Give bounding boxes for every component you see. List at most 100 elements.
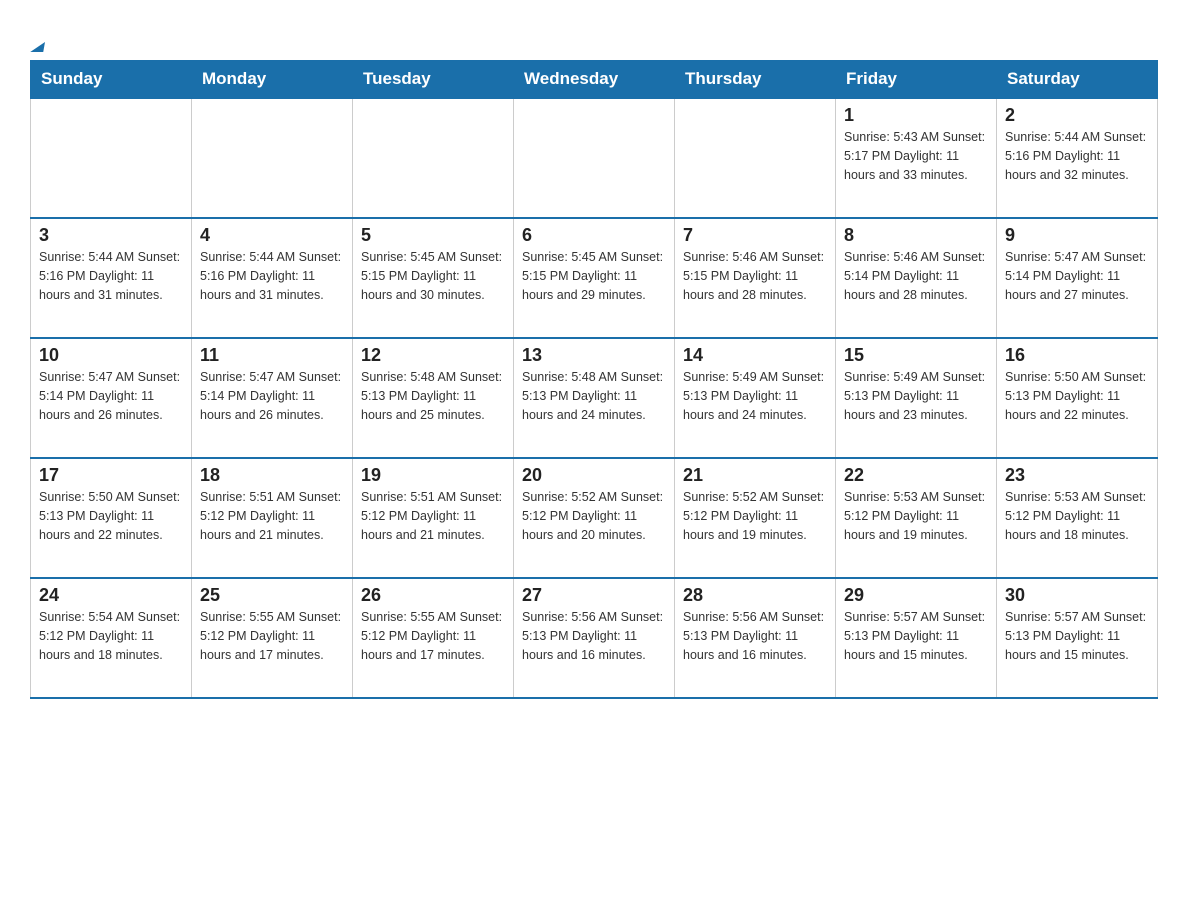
calendar-cell: 19Sunrise: 5:51 AM Sunset: 5:12 PM Dayli… bbox=[353, 458, 514, 578]
calendar-week-row: 24Sunrise: 5:54 AM Sunset: 5:12 PM Dayli… bbox=[31, 578, 1158, 698]
day-number: 18 bbox=[200, 465, 344, 486]
day-number: 29 bbox=[844, 585, 988, 606]
calendar-cell: 18Sunrise: 5:51 AM Sunset: 5:12 PM Dayli… bbox=[192, 458, 353, 578]
day-number: 30 bbox=[1005, 585, 1149, 606]
day-info: Sunrise: 5:56 AM Sunset: 5:13 PM Dayligh… bbox=[522, 608, 666, 664]
day-number: 3 bbox=[39, 225, 183, 246]
day-info: Sunrise: 5:50 AM Sunset: 5:13 PM Dayligh… bbox=[39, 488, 183, 544]
weekday-header-sunday: Sunday bbox=[31, 61, 192, 99]
calendar-cell: 9Sunrise: 5:47 AM Sunset: 5:14 PM Daylig… bbox=[997, 218, 1158, 338]
calendar-cell: 28Sunrise: 5:56 AM Sunset: 5:13 PM Dayli… bbox=[675, 578, 836, 698]
calendar-table: SundayMondayTuesdayWednesdayThursdayFrid… bbox=[30, 60, 1158, 699]
day-info: Sunrise: 5:53 AM Sunset: 5:12 PM Dayligh… bbox=[844, 488, 988, 544]
calendar-cell: 7Sunrise: 5:46 AM Sunset: 5:15 PM Daylig… bbox=[675, 218, 836, 338]
day-info: Sunrise: 5:44 AM Sunset: 5:16 PM Dayligh… bbox=[1005, 128, 1149, 184]
calendar-cell: 6Sunrise: 5:45 AM Sunset: 5:15 PM Daylig… bbox=[514, 218, 675, 338]
day-info: Sunrise: 5:49 AM Sunset: 5:13 PM Dayligh… bbox=[844, 368, 988, 424]
day-number: 11 bbox=[200, 345, 344, 366]
day-info: Sunrise: 5:53 AM Sunset: 5:12 PM Dayligh… bbox=[1005, 488, 1149, 544]
day-number: 27 bbox=[522, 585, 666, 606]
day-number: 15 bbox=[844, 345, 988, 366]
day-number: 10 bbox=[39, 345, 183, 366]
day-info: Sunrise: 5:45 AM Sunset: 5:15 PM Dayligh… bbox=[522, 248, 666, 304]
calendar-cell bbox=[514, 98, 675, 218]
day-number: 12 bbox=[361, 345, 505, 366]
day-number: 25 bbox=[200, 585, 344, 606]
day-number: 23 bbox=[1005, 465, 1149, 486]
calendar-cell: 30Sunrise: 5:57 AM Sunset: 5:13 PM Dayli… bbox=[997, 578, 1158, 698]
day-number: 16 bbox=[1005, 345, 1149, 366]
calendar-cell: 12Sunrise: 5:48 AM Sunset: 5:13 PM Dayli… bbox=[353, 338, 514, 458]
calendar-cell: 21Sunrise: 5:52 AM Sunset: 5:12 PM Dayli… bbox=[675, 458, 836, 578]
calendar-cell: 1Sunrise: 5:43 AM Sunset: 5:17 PM Daylig… bbox=[836, 98, 997, 218]
calendar-cell: 15Sunrise: 5:49 AM Sunset: 5:13 PM Dayli… bbox=[836, 338, 997, 458]
day-number: 26 bbox=[361, 585, 505, 606]
calendar-cell: 8Sunrise: 5:46 AM Sunset: 5:14 PM Daylig… bbox=[836, 218, 997, 338]
day-info: Sunrise: 5:55 AM Sunset: 5:12 PM Dayligh… bbox=[361, 608, 505, 664]
day-info: Sunrise: 5:50 AM Sunset: 5:13 PM Dayligh… bbox=[1005, 368, 1149, 424]
calendar-cell: 20Sunrise: 5:52 AM Sunset: 5:12 PM Dayli… bbox=[514, 458, 675, 578]
calendar-cell: 2Sunrise: 5:44 AM Sunset: 5:16 PM Daylig… bbox=[997, 98, 1158, 218]
calendar-cell bbox=[675, 98, 836, 218]
calendar-cell: 14Sunrise: 5:49 AM Sunset: 5:13 PM Dayli… bbox=[675, 338, 836, 458]
day-info: Sunrise: 5:54 AM Sunset: 5:12 PM Dayligh… bbox=[39, 608, 183, 664]
day-info: Sunrise: 5:52 AM Sunset: 5:12 PM Dayligh… bbox=[683, 488, 827, 544]
calendar-week-row: 17Sunrise: 5:50 AM Sunset: 5:13 PM Dayli… bbox=[31, 458, 1158, 578]
day-number: 13 bbox=[522, 345, 666, 366]
day-info: Sunrise: 5:57 AM Sunset: 5:13 PM Dayligh… bbox=[844, 608, 988, 664]
calendar-cell: 11Sunrise: 5:47 AM Sunset: 5:14 PM Dayli… bbox=[192, 338, 353, 458]
weekday-header-saturday: Saturday bbox=[997, 61, 1158, 99]
day-info: Sunrise: 5:56 AM Sunset: 5:13 PM Dayligh… bbox=[683, 608, 827, 664]
day-number: 19 bbox=[361, 465, 505, 486]
day-number: 22 bbox=[844, 465, 988, 486]
day-info: Sunrise: 5:51 AM Sunset: 5:12 PM Dayligh… bbox=[361, 488, 505, 544]
weekday-header-wednesday: Wednesday bbox=[514, 61, 675, 99]
calendar-cell: 13Sunrise: 5:48 AM Sunset: 5:13 PM Dayli… bbox=[514, 338, 675, 458]
day-info: Sunrise: 5:46 AM Sunset: 5:14 PM Dayligh… bbox=[844, 248, 988, 304]
day-number: 24 bbox=[39, 585, 183, 606]
day-info: Sunrise: 5:44 AM Sunset: 5:16 PM Dayligh… bbox=[39, 248, 183, 304]
day-info: Sunrise: 5:48 AM Sunset: 5:13 PM Dayligh… bbox=[522, 368, 666, 424]
calendar-week-row: 3Sunrise: 5:44 AM Sunset: 5:16 PM Daylig… bbox=[31, 218, 1158, 338]
calendar-cell: 17Sunrise: 5:50 AM Sunset: 5:13 PM Dayli… bbox=[31, 458, 192, 578]
calendar-week-row: 1Sunrise: 5:43 AM Sunset: 5:17 PM Daylig… bbox=[31, 98, 1158, 218]
logo bbox=[30, 20, 45, 50]
day-number: 17 bbox=[39, 465, 183, 486]
day-number: 6 bbox=[522, 225, 666, 246]
day-number: 1 bbox=[844, 105, 988, 126]
day-info: Sunrise: 5:44 AM Sunset: 5:16 PM Dayligh… bbox=[200, 248, 344, 304]
calendar-cell bbox=[31, 98, 192, 218]
day-number: 9 bbox=[1005, 225, 1149, 246]
day-info: Sunrise: 5:52 AM Sunset: 5:12 PM Dayligh… bbox=[522, 488, 666, 544]
weekday-header-tuesday: Tuesday bbox=[353, 61, 514, 99]
day-info: Sunrise: 5:51 AM Sunset: 5:12 PM Dayligh… bbox=[200, 488, 344, 544]
weekday-header-friday: Friday bbox=[836, 61, 997, 99]
day-number: 4 bbox=[200, 225, 344, 246]
calendar-cell: 24Sunrise: 5:54 AM Sunset: 5:12 PM Dayli… bbox=[31, 578, 192, 698]
calendar-cell: 29Sunrise: 5:57 AM Sunset: 5:13 PM Dayli… bbox=[836, 578, 997, 698]
calendar-cell bbox=[353, 98, 514, 218]
day-info: Sunrise: 5:46 AM Sunset: 5:15 PM Dayligh… bbox=[683, 248, 827, 304]
calendar-cell: 26Sunrise: 5:55 AM Sunset: 5:12 PM Dayli… bbox=[353, 578, 514, 698]
day-number: 28 bbox=[683, 585, 827, 606]
logo-arrow-icon bbox=[30, 32, 47, 52]
calendar-cell: 4Sunrise: 5:44 AM Sunset: 5:16 PM Daylig… bbox=[192, 218, 353, 338]
calendar-cell: 22Sunrise: 5:53 AM Sunset: 5:12 PM Dayli… bbox=[836, 458, 997, 578]
day-info: Sunrise: 5:47 AM Sunset: 5:14 PM Dayligh… bbox=[1005, 248, 1149, 304]
page-header bbox=[30, 20, 1158, 50]
calendar-cell: 10Sunrise: 5:47 AM Sunset: 5:14 PM Dayli… bbox=[31, 338, 192, 458]
calendar-cell: 3Sunrise: 5:44 AM Sunset: 5:16 PM Daylig… bbox=[31, 218, 192, 338]
day-number: 5 bbox=[361, 225, 505, 246]
day-number: 2 bbox=[1005, 105, 1149, 126]
day-info: Sunrise: 5:55 AM Sunset: 5:12 PM Dayligh… bbox=[200, 608, 344, 664]
weekday-header-row: SundayMondayTuesdayWednesdayThursdayFrid… bbox=[31, 61, 1158, 99]
day-info: Sunrise: 5:47 AM Sunset: 5:14 PM Dayligh… bbox=[39, 368, 183, 424]
calendar-week-row: 10Sunrise: 5:47 AM Sunset: 5:14 PM Dayli… bbox=[31, 338, 1158, 458]
day-number: 8 bbox=[844, 225, 988, 246]
day-number: 20 bbox=[522, 465, 666, 486]
day-info: Sunrise: 5:45 AM Sunset: 5:15 PM Dayligh… bbox=[361, 248, 505, 304]
weekday-header-thursday: Thursday bbox=[675, 61, 836, 99]
calendar-cell: 27Sunrise: 5:56 AM Sunset: 5:13 PM Dayli… bbox=[514, 578, 675, 698]
calendar-cell bbox=[192, 98, 353, 218]
calendar-cell: 5Sunrise: 5:45 AM Sunset: 5:15 PM Daylig… bbox=[353, 218, 514, 338]
